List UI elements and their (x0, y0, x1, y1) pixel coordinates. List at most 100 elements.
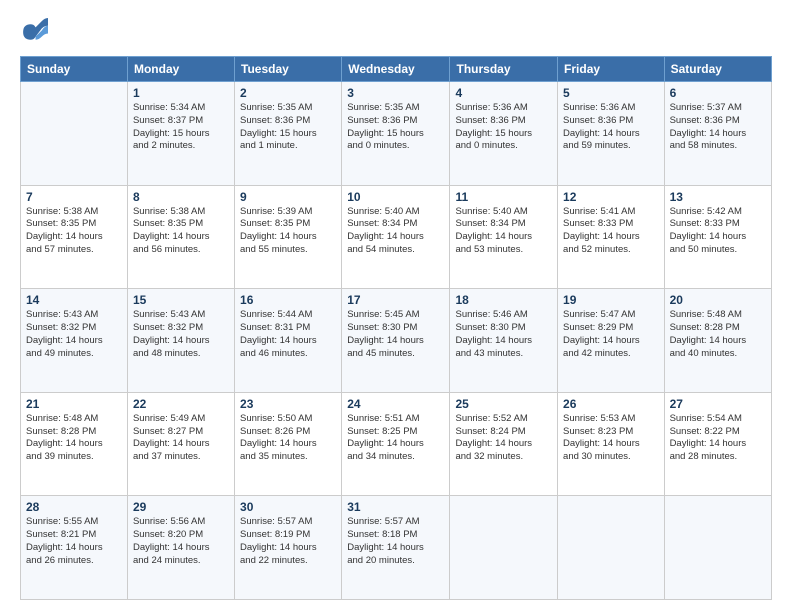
day-number: 30 (240, 500, 336, 514)
cell-content: Sunrise: 5:35 AM Sunset: 8:36 PM Dayligh… (347, 102, 444, 153)
day-number: 3 (347, 86, 444, 100)
cell-content: Sunrise: 5:39 AM Sunset: 8:35 PM Dayligh… (240, 206, 336, 257)
cell-content: Sunrise: 5:49 AM Sunset: 8:27 PM Dayligh… (133, 413, 229, 464)
day-number: 25 (455, 397, 552, 411)
cell-content: Sunrise: 5:53 AM Sunset: 8:23 PM Dayligh… (563, 413, 659, 464)
cell-content: Sunrise: 5:41 AM Sunset: 8:33 PM Dayligh… (563, 206, 659, 257)
cell-content: Sunrise: 5:35 AM Sunset: 8:36 PM Dayligh… (240, 102, 336, 153)
day-number: 11 (455, 190, 552, 204)
calendar-cell: 17 Sunrise: 5:45 AM Sunset: 8:30 PM Dayli… (342, 289, 450, 393)
calendar-cell: 3 Sunrise: 5:35 AM Sunset: 8:36 PM Daylig… (342, 82, 450, 186)
day-number: 6 (670, 86, 766, 100)
calendar-cell: 22 Sunrise: 5:49 AM Sunset: 8:27 PM Dayli… (127, 392, 234, 496)
cell-content: Sunrise: 5:43 AM Sunset: 8:32 PM Dayligh… (26, 309, 122, 360)
calendar-header: SundayMondayTuesdayWednesdayThursdayFrid… (21, 57, 772, 82)
day-number: 5 (563, 86, 659, 100)
day-number: 8 (133, 190, 229, 204)
day-number: 10 (347, 190, 444, 204)
cell-content: Sunrise: 5:36 AM Sunset: 8:36 PM Dayligh… (563, 102, 659, 153)
cell-content: Sunrise: 5:38 AM Sunset: 8:35 PM Dayligh… (133, 206, 229, 257)
header-cell-monday: Monday (127, 57, 234, 82)
week-row-4: 28 Sunrise: 5:55 AM Sunset: 8:21 PM Dayli… (21, 496, 772, 600)
day-number: 24 (347, 397, 444, 411)
calendar-cell: 14 Sunrise: 5:43 AM Sunset: 8:32 PM Dayli… (21, 289, 128, 393)
cell-content: Sunrise: 5:46 AM Sunset: 8:30 PM Dayligh… (455, 309, 552, 360)
day-number: 7 (26, 190, 122, 204)
day-number: 16 (240, 293, 336, 307)
cell-content: Sunrise: 5:51 AM Sunset: 8:25 PM Dayligh… (347, 413, 444, 464)
cell-content: Sunrise: 5:38 AM Sunset: 8:35 PM Dayligh… (26, 206, 122, 257)
calendar-cell: 30Sunrise: 5:57 AM Sunset: 8:19 PM Dayli… (235, 496, 342, 600)
day-number: 9 (240, 190, 336, 204)
day-number: 18 (455, 293, 552, 307)
cell-content: Sunrise: 5:34 AM Sunset: 8:37 PM Dayligh… (133, 102, 229, 153)
header-cell-saturday: Saturday (664, 57, 771, 82)
calendar-cell: 10Sunrise: 5:40 AM Sunset: 8:34 PM Dayli… (342, 185, 450, 289)
day-number: 19 (563, 293, 659, 307)
calendar-cell: 21 Sunrise: 5:48 AM Sunset: 8:28 PM Dayli… (21, 392, 128, 496)
day-number: 13 (670, 190, 766, 204)
calendar-cell: 29 Sunrise: 5:56 AM Sunset: 8:20 PM Dayli… (127, 496, 234, 600)
logo-icon (20, 18, 48, 46)
calendar-cell: 4 Sunrise: 5:36 AM Sunset: 8:36 PM Daylig… (450, 82, 558, 186)
calendar-cell: 7 Sunrise: 5:38 AM Sunset: 8:35 PM Daylig… (21, 185, 128, 289)
day-number: 4 (455, 86, 552, 100)
calendar-cell: 18 Sunrise: 5:46 AM Sunset: 8:30 PM Dayli… (450, 289, 558, 393)
cell-content: Sunrise: 5:50 AM Sunset: 8:26 PM Dayligh… (240, 413, 336, 464)
calendar-cell: 25 Sunrise: 5:52 AM Sunset: 8:24 PM Dayli… (450, 392, 558, 496)
logo (20, 18, 52, 46)
day-number: 21 (26, 397, 122, 411)
cell-content: Sunrise: 5:56 AM Sunset: 8:20 PM Dayligh… (133, 516, 229, 567)
cell-content: Sunrise: 5:42 AM Sunset: 8:33 PM Dayligh… (670, 206, 766, 257)
calendar-cell: 12 Sunrise: 5:41 AM Sunset: 8:33 PM Dayli… (558, 185, 665, 289)
day-number: 29 (133, 500, 229, 514)
header (20, 18, 772, 46)
calendar-cell: 19Sunrise: 5:47 AM Sunset: 8:29 PM Dayli… (558, 289, 665, 393)
day-number: 1 (133, 86, 229, 100)
day-number: 23 (240, 397, 336, 411)
calendar-cell: 16 Sunrise: 5:44 AM Sunset: 8:31 PM Dayli… (235, 289, 342, 393)
header-cell-sunday: Sunday (21, 57, 128, 82)
calendar-cell (450, 496, 558, 600)
cell-content: Sunrise: 5:52 AM Sunset: 8:24 PM Dayligh… (455, 413, 552, 464)
header-cell-wednesday: Wednesday (342, 57, 450, 82)
cell-content: Sunrise: 5:43 AM Sunset: 8:32 PM Dayligh… (133, 309, 229, 360)
calendar-cell: 5 Sunrise: 5:36 AM Sunset: 8:36 PM Daylig… (558, 82, 665, 186)
cell-content: Sunrise: 5:57 AM Sunset: 8:18 PM Dayligh… (347, 516, 444, 567)
calendar-body: 1 Sunrise: 5:34 AM Sunset: 8:37 PM Daylig… (21, 82, 772, 600)
cell-content: Sunrise: 5:55 AM Sunset: 8:21 PM Dayligh… (26, 516, 122, 567)
cell-content: Sunrise: 5:36 AM Sunset: 8:36 PM Dayligh… (455, 102, 552, 153)
week-row-1: 7 Sunrise: 5:38 AM Sunset: 8:35 PM Daylig… (21, 185, 772, 289)
day-number: 17 (347, 293, 444, 307)
header-cell-tuesday: Tuesday (235, 57, 342, 82)
cell-content: Sunrise: 5:48 AM Sunset: 8:28 PM Dayligh… (26, 413, 122, 464)
cell-content: Sunrise: 5:40 AM Sunset: 8:34 PM Dayligh… (455, 206, 552, 257)
calendar-cell (664, 496, 771, 600)
calendar-cell (558, 496, 665, 600)
calendar-cell: 26Sunrise: 5:53 AM Sunset: 8:23 PM Dayli… (558, 392, 665, 496)
header-cell-friday: Friday (558, 57, 665, 82)
day-number: 27 (670, 397, 766, 411)
day-number: 31 (347, 500, 444, 514)
day-number: 12 (563, 190, 659, 204)
calendar-cell: 15Sunrise: 5:43 AM Sunset: 8:32 PM Dayli… (127, 289, 234, 393)
calendar-cell (21, 82, 128, 186)
calendar-cell: 20Sunrise: 5:48 AM Sunset: 8:28 PM Dayli… (664, 289, 771, 393)
day-number: 2 (240, 86, 336, 100)
cell-content: Sunrise: 5:44 AM Sunset: 8:31 PM Dayligh… (240, 309, 336, 360)
calendar-cell: 11 Sunrise: 5:40 AM Sunset: 8:34 PM Dayli… (450, 185, 558, 289)
calendar-table: SundayMondayTuesdayWednesdayThursdayFrid… (20, 56, 772, 600)
day-number: 20 (670, 293, 766, 307)
calendar-cell: 31 Sunrise: 5:57 AM Sunset: 8:18 PM Dayli… (342, 496, 450, 600)
calendar-cell: 23 Sunrise: 5:50 AM Sunset: 8:26 PM Dayli… (235, 392, 342, 496)
header-row: SundayMondayTuesdayWednesdayThursdayFrid… (21, 57, 772, 82)
week-row-3: 21 Sunrise: 5:48 AM Sunset: 8:28 PM Dayli… (21, 392, 772, 496)
week-row-2: 14 Sunrise: 5:43 AM Sunset: 8:32 PM Dayli… (21, 289, 772, 393)
cell-content: Sunrise: 5:45 AM Sunset: 8:30 PM Dayligh… (347, 309, 444, 360)
calendar-cell: 27Sunrise: 5:54 AM Sunset: 8:22 PM Dayli… (664, 392, 771, 496)
day-number: 14 (26, 293, 122, 307)
day-number: 28 (26, 500, 122, 514)
day-number: 22 (133, 397, 229, 411)
calendar-cell: 6Sunrise: 5:37 AM Sunset: 8:36 PM Daylig… (664, 82, 771, 186)
calendar-cell: 1 Sunrise: 5:34 AM Sunset: 8:37 PM Daylig… (127, 82, 234, 186)
